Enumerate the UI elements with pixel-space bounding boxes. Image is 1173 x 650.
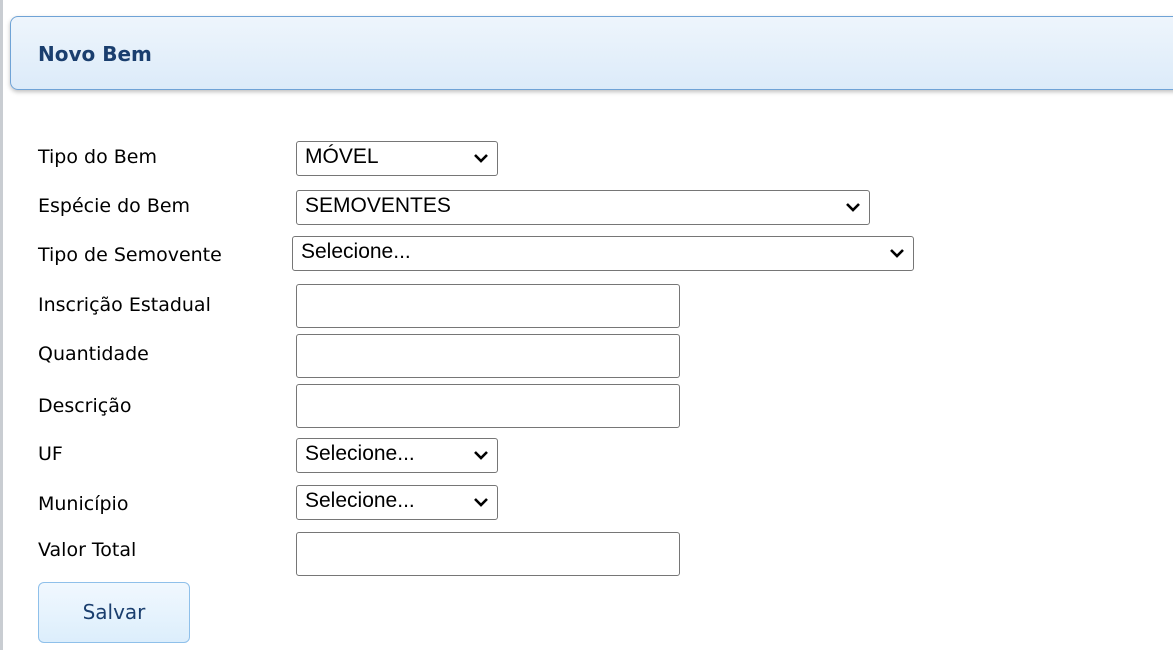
municipio-label: Município — [38, 493, 129, 515]
descricao-label: Descrição — [38, 395, 132, 417]
tipo-bem-label: Tipo do Bem — [38, 146, 157, 168]
descricao-input[interactable] — [296, 384, 680, 428]
especie-bem-value: SEMOVENTES — [305, 194, 451, 217]
uf-select[interactable]: Selecione... — [296, 438, 498, 473]
quantidade-input[interactable] — [296, 334, 680, 378]
tipo-semovente-value: Selecione... — [301, 240, 411, 263]
chevron-down-icon — [474, 451, 488, 460]
uf-value: Selecione... — [305, 442, 415, 465]
tipo-bem-select[interactable]: MÓVEL — [296, 141, 498, 176]
chevron-down-icon — [474, 154, 488, 163]
tipo-bem-value: MÓVEL — [305, 145, 379, 168]
municipio-value: Selecione... — [305, 489, 415, 512]
valor-total-input[interactable] — [296, 532, 680, 576]
form-window: Novo Bem Tipo do Bem MÓVEL Espécie do Be… — [0, 0, 1173, 650]
save-button[interactable]: Salvar — [38, 582, 190, 643]
municipio-select[interactable]: Selecione... — [296, 485, 498, 520]
valor-total-label: Valor Total — [38, 539, 137, 561]
quantidade-label: Quantidade — [38, 343, 149, 365]
chevron-down-icon — [846, 203, 860, 212]
inscricao-estadual-input[interactable] — [296, 284, 680, 328]
inscricao-estadual-label: Inscrição Estadual — [38, 294, 211, 316]
uf-label: UF — [38, 443, 63, 465]
chevron-down-icon — [890, 249, 904, 258]
chevron-down-icon — [474, 498, 488, 507]
page-title: Novo Bem — [38, 42, 152, 66]
especie-bem-label: Espécie do Bem — [38, 195, 191, 217]
tipo-semovente-select[interactable]: Selecione... — [292, 236, 914, 271]
especie-bem-select[interactable]: SEMOVENTES — [296, 190, 870, 225]
tipo-semovente-label: Tipo de Semovente — [38, 244, 222, 266]
panel-header: Novo Bem — [10, 16, 1173, 90]
window-border — [0, 0, 3, 650]
